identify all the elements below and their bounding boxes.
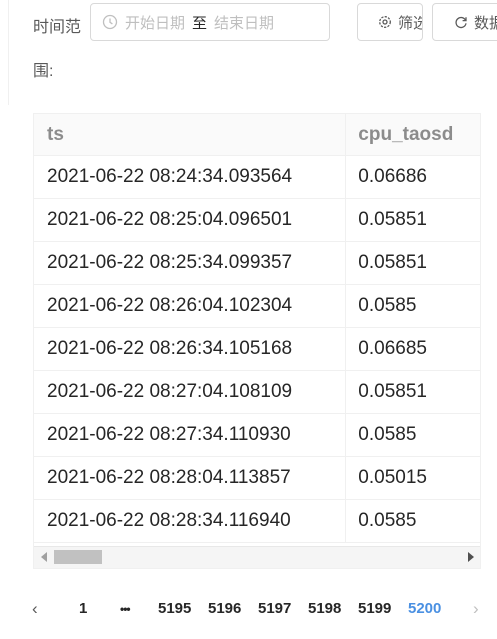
ts-cell: 2021-06-22 08:24:34.093564 [34,156,347,198]
refresh-button[interactable]: 数据刷新 [432,3,497,41]
cpu-cell: 0.05851 [358,252,427,273]
clock-icon [102,14,118,30]
filter-button[interactable]: 筛选条件 [357,3,423,41]
time-range-label: 时间范围: [33,19,82,80]
cpu-cell: 0.05851 [358,209,427,230]
table-row: 2021-06-22 08:24:34.093564 0.06686 [34,156,480,199]
cpu-cell: 0.05015 [358,467,427,488]
gear-icon [379,16,391,28]
page-5199-button[interactable]: 5199 [358,592,391,626]
table-row: 2021-06-22 08:25:04.096501 0.05851 [34,199,480,242]
cpu-cell: 0.06685 [358,338,427,359]
date-range-picker[interactable]: 开始日期 至 结束日期 [90,3,330,41]
data-table: ts cpu_taosd 2021-06-22 08:24:34.093564 … [33,113,481,569]
column-header-cpu-taosd[interactable]: cpu_taosd [346,114,480,155]
ts-cell: 2021-06-22 08:28:04.113857 [34,457,347,499]
next-page-button[interactable]: › [473,592,479,626]
sidebar-edge [0,0,9,105]
cpu-cell: 0.06686 [358,166,427,187]
table-row: 2021-06-22 08:26:04.102304 0.0585 [34,285,480,328]
table-header-row: ts cpu_taosd [34,114,480,156]
ts-cell: 2021-06-22 08:28:34.116940 [34,500,347,542]
page-1-button[interactable]: 1 [79,592,87,626]
filter-button-label: 筛选条件 [398,14,422,32]
scrollbar-thumb[interactable] [54,550,102,564]
ts-cell: 2021-06-22 08:25:34.099357 [34,242,347,284]
cpu-cell: 0.0585 [358,510,417,531]
table-row: 2021-06-22 08:27:04.108109 0.05851 [34,371,480,414]
cpu-cell: 0.0585 [358,424,417,445]
page-5198-button[interactable]: 5198 [308,592,341,626]
page-ellipsis[interactable]: ••• [120,592,131,626]
refresh-button-label: 数据刷新 [474,14,497,32]
page-5197-button[interactable]: 5197 [258,592,291,626]
table-row: 2021-06-22 08:27:34.110930 0.0585 [34,414,480,457]
ts-cell: 2021-06-22 08:27:34.110930 [34,414,347,456]
refresh-icon [455,16,467,29]
start-date-input[interactable]: 开始日期 [125,12,185,33]
page-5195-button[interactable]: 5195 [158,592,191,626]
table-row: 2021-06-22 08:25:34.099357 0.05851 [34,242,480,285]
scroll-left-icon[interactable] [41,552,47,562]
table-row: 2021-06-22 08:28:34.116940 0.0585 [34,500,480,543]
table-row: 2021-06-22 08:28:04.113857 0.05015 [34,457,480,500]
page-5200-button[interactable]: 5200 [408,592,441,626]
page-5196-button[interactable]: 5196 [208,592,241,626]
cpu-cell: 0.05851 [358,381,427,402]
ts-cell: 2021-06-22 08:27:04.108109 [34,371,347,413]
scroll-right-icon[interactable] [468,552,474,562]
pagination: ‹ 1 ••• 5195 5196 5197 5198 5199 5200 › [0,592,497,626]
table-row: 2021-06-22 08:26:34.105168 0.06685 [34,328,480,371]
range-separator: 至 [192,14,208,32]
ts-cell: 2021-06-22 08:26:34.105168 [34,328,347,370]
horizontal-scrollbar[interactable] [34,546,480,568]
cpu-cell: 0.0585 [358,295,417,316]
column-header-ts[interactable]: ts [34,114,347,155]
end-date-input[interactable]: 结束日期 [214,12,274,33]
ts-cell: 2021-06-22 08:25:04.096501 [34,199,347,241]
ts-cell: 2021-06-22 08:26:04.102304 [34,285,347,327]
prev-page-button[interactable]: ‹ [32,592,38,626]
